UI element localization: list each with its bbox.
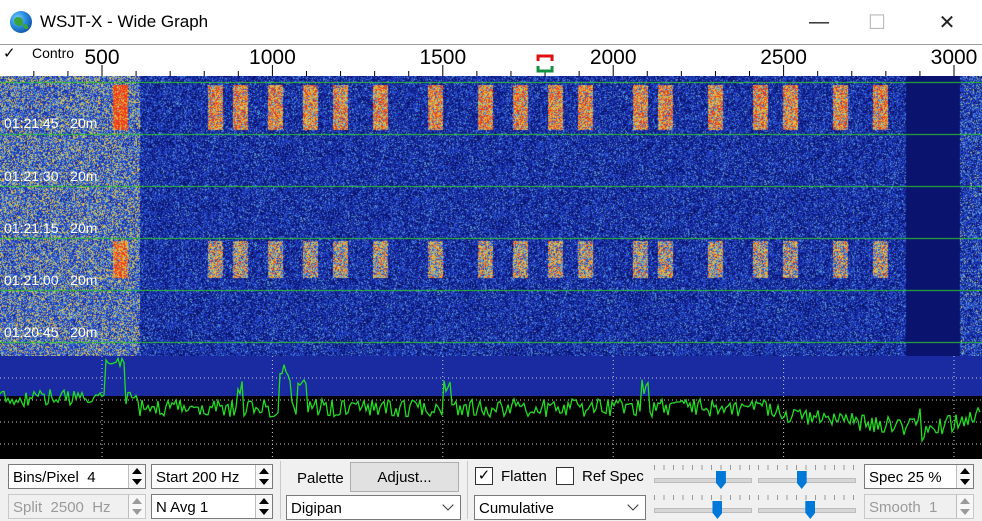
- spin-down-icon[interactable]: [259, 479, 269, 485]
- spec-percent-value: Spec 25 %: [869, 469, 942, 486]
- slider-ticks: [654, 465, 750, 470]
- spin-down-icon[interactable]: [960, 509, 970, 515]
- split-value: Split 2500 Hz: [13, 499, 111, 516]
- spectrum-gain-slider[interactable]: [654, 495, 752, 519]
- close-button[interactable]: ✕: [924, 0, 970, 44]
- bins-per-pixel-value: Bins/Pixel 4: [13, 469, 96, 486]
- slider-thumb[interactable]: [715, 471, 726, 489]
- scale-label: 2000: [590, 46, 637, 69]
- spin-down-icon[interactable]: [132, 479, 142, 485]
- divider: [467, 461, 468, 519]
- start-value: Start 200 Hz: [156, 469, 240, 486]
- n-avg-spinbox[interactable]: N Avg 1: [151, 494, 273, 519]
- title-bar: WSJT-X - Wide Graph — ☐ ✕: [0, 0, 982, 44]
- spin-arrows[interactable]: [956, 465, 973, 488]
- slider-track: [654, 508, 752, 513]
- spin-up-icon[interactable]: [132, 498, 142, 504]
- bins-per-pixel-spinbox[interactable]: Bins/Pixel 4: [8, 464, 146, 489]
- spin-down-icon[interactable]: [960, 479, 970, 485]
- frequency-scale[interactable]: 500 1000 1500 2000 2500 3000: [0, 44, 982, 77]
- slider-ticks: [654, 495, 750, 500]
- timestamp-label: 01:21:30 20m: [4, 168, 98, 184]
- scale-label: 500: [84, 46, 119, 69]
- waterfall-gain-slider[interactable]: [654, 465, 752, 489]
- smooth-value: Smooth 1: [869, 499, 938, 516]
- slider-thumb[interactable]: [712, 501, 723, 519]
- timestamp-label: 01:21:00 20m: [4, 272, 98, 288]
- smooth-spinbox[interactable]: Smooth 1: [864, 494, 974, 519]
- start-spinbox[interactable]: Start 200 Hz: [151, 464, 273, 489]
- globe-icon: [10, 11, 32, 33]
- adjust-button[interactable]: Adjust...: [350, 462, 459, 492]
- spin-up-icon[interactable]: [960, 468, 970, 474]
- spin-up-icon[interactable]: [259, 468, 269, 474]
- slider-track: [758, 478, 856, 483]
- spin-arrows[interactable]: [128, 495, 145, 518]
- waterfall-zero-slider[interactable]: [758, 465, 856, 489]
- ref-spec-label: Ref Spec: [582, 468, 644, 485]
- scale-label: 1500: [419, 46, 466, 69]
- spin-arrows[interactable]: [255, 465, 272, 488]
- rx-frequency-marker[interactable]: [536, 66, 554, 73]
- minimize-button[interactable]: —: [796, 0, 842, 44]
- palette-label: Palette: [297, 470, 344, 487]
- spin-up-icon[interactable]: [960, 498, 970, 504]
- scale-label: 2500: [760, 46, 807, 69]
- spectrum-band: [0, 356, 982, 396]
- flatten-label: Flatten: [501, 468, 547, 485]
- timestamp-label: 01:21:15 20m: [4, 220, 98, 236]
- spec-percent-spinbox[interactable]: Spec 25 %: [864, 464, 974, 489]
- chevron-down-icon: [627, 499, 639, 511]
- timestamp-label: 01:21:45 20m: [4, 115, 98, 131]
- slider-thumb[interactable]: [805, 501, 816, 519]
- spectrum-zero-slider[interactable]: [758, 495, 856, 519]
- slider-ticks: [758, 495, 854, 500]
- spectrum-display[interactable]: [0, 356, 982, 459]
- timestamp-label: 01:20:45 20m: [4, 324, 98, 340]
- palette-value: Digipan: [291, 500, 342, 517]
- slider-track: [654, 478, 752, 483]
- divider: [280, 461, 281, 519]
- frequency-scale-svg: 500 1000 1500 2000 2500 3000: [33, 46, 978, 77]
- chevron-down-icon: [442, 499, 454, 511]
- slider-thumb[interactable]: [796, 471, 807, 489]
- waterfall-display[interactable]: [0, 76, 982, 356]
- spin-down-icon[interactable]: [132, 509, 142, 515]
- spin-arrows[interactable]: [255, 495, 272, 518]
- spin-down-icon[interactable]: [259, 509, 269, 515]
- spin-up-icon[interactable]: [259, 498, 269, 504]
- scale-label: 1000: [249, 46, 296, 69]
- spin-up-icon[interactable]: [132, 468, 142, 474]
- maximize-button[interactable]: ☐: [854, 0, 900, 44]
- window-title: WSJT-X - Wide Graph: [40, 12, 209, 31]
- control-label: Contro: [32, 45, 75, 61]
- flatten-checkbox[interactable]: ✓: [475, 467, 493, 485]
- spectrum-mode-select[interactable]: Cumulative: [474, 495, 646, 520]
- split-spinbox[interactable]: Split 2500 Hz: [8, 494, 146, 519]
- palette-select[interactable]: Digipan: [286, 495, 461, 520]
- spin-arrows[interactable]: [128, 465, 145, 488]
- tx-frequency-marker[interactable]: [536, 54, 554, 61]
- ref-spec-checkbox[interactable]: [556, 467, 574, 485]
- control-checkbox[interactable]: ✓: [3, 46, 21, 62]
- spectrum-mode-value: Cumulative: [479, 500, 555, 517]
- n-avg-value: N Avg 1: [156, 499, 209, 516]
- scale-label: 3000: [931, 46, 978, 69]
- slider-ticks: [758, 465, 854, 470]
- spin-arrows[interactable]: [956, 495, 973, 518]
